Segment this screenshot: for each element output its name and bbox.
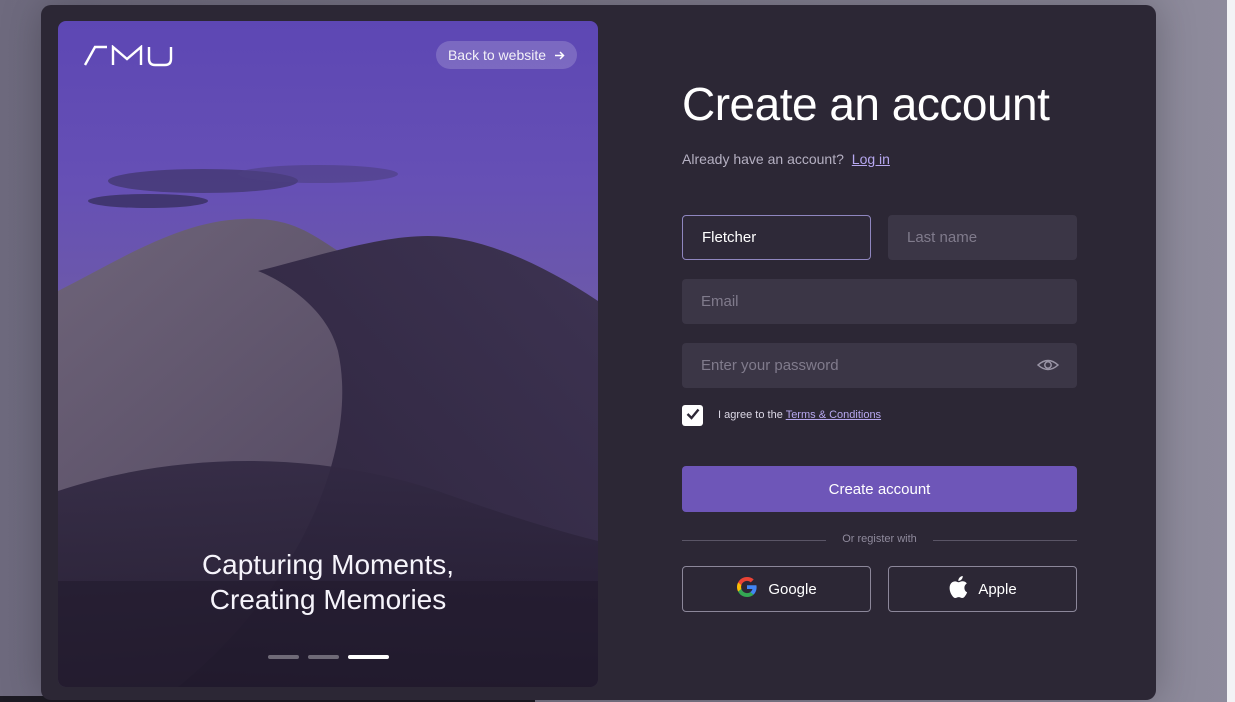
carousel-dot-3-active[interactable] bbox=[348, 655, 389, 659]
password-placeholder: Enter your password bbox=[701, 357, 839, 374]
google-label: Google bbox=[768, 580, 817, 598]
page-edge bbox=[1227, 0, 1235, 702]
carousel-dot-2[interactable] bbox=[308, 655, 339, 659]
create-account-button[interactable]: Create account bbox=[682, 466, 1077, 512]
apple-icon bbox=[948, 575, 968, 603]
login-link[interactable]: Log in bbox=[852, 151, 890, 167]
carousel-dot-1[interactable] bbox=[268, 655, 299, 659]
email-field[interactable]: Email bbox=[682, 279, 1077, 324]
have-account-text: Already have an account? bbox=[682, 151, 844, 167]
back-to-website-button[interactable]: Back to website bbox=[436, 41, 577, 69]
check-icon bbox=[686, 407, 700, 425]
last-name-placeholder: Last name bbox=[907, 229, 978, 246]
hero-panel: Back to website Capturing Moments, Creat… bbox=[58, 21, 598, 687]
hero-tagline: Capturing Moments, Creating Memories bbox=[58, 547, 598, 617]
terms-checkbox[interactable] bbox=[682, 405, 703, 426]
first-name-value: Fletcher bbox=[702, 229, 757, 246]
google-icon bbox=[736, 576, 758, 602]
terms-link[interactable]: Terms & Conditions bbox=[786, 409, 881, 421]
amu-logo bbox=[83, 45, 173, 67]
carousel-indicators bbox=[268, 655, 389, 659]
last-name-field[interactable]: Last name bbox=[888, 215, 1077, 260]
tagline-line-2: Creating Memories bbox=[209, 584, 447, 615]
agree-prefix: I agree to the bbox=[718, 409, 783, 421]
register-with-label: Or register with bbox=[842, 533, 917, 545]
login-prompt: Already have an account? Log in bbox=[682, 151, 890, 167]
google-button[interactable]: Google bbox=[682, 566, 871, 612]
password-field[interactable]: Enter your password bbox=[682, 343, 1077, 388]
create-account-label: Create account bbox=[828, 480, 931, 498]
terms-label: I agree to the Terms & Conditions bbox=[718, 409, 881, 421]
page-title: Create an account bbox=[682, 78, 1050, 130]
email-placeholder: Email bbox=[701, 293, 739, 310]
apple-label: Apple bbox=[978, 580, 1017, 598]
eye-icon[interactable] bbox=[1036, 356, 1060, 378]
signup-card: Back to website Capturing Moments, Creat… bbox=[41, 5, 1156, 700]
first-name-field[interactable]: Fletcher bbox=[682, 215, 871, 260]
apple-button[interactable]: Apple bbox=[888, 566, 1077, 612]
tagline-line-1: Capturing Moments, bbox=[201, 549, 455, 580]
back-to-website-label: Back to website bbox=[447, 47, 547, 63]
arrow-right-icon bbox=[554, 50, 565, 61]
